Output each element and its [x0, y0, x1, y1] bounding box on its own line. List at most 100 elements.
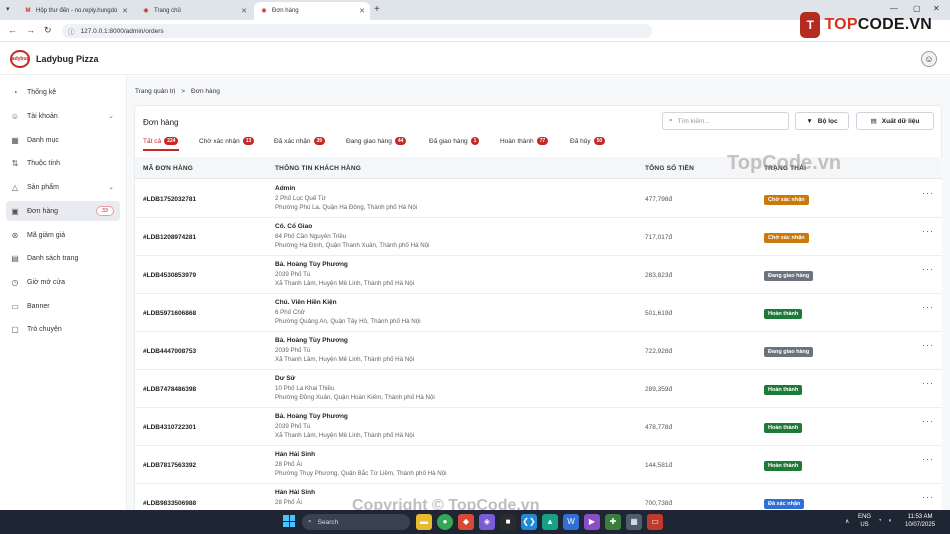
tray-chevron-icon[interactable]: ∧ — [845, 518, 849, 526]
url-field[interactable]: ⓘ 127.0.0.1:8000/admin/orders — [62, 24, 652, 38]
volume-icon[interactable]: ◖ — [888, 517, 892, 525]
brand-name[interactable]: Ladybug Pizza — [36, 54, 99, 64]
more-actions-icon[interactable]: ··· — [922, 378, 934, 388]
sidebar-item[interactable]: ▦ Danh mục — [6, 130, 120, 150]
customer-name: Cô. Cổ Giao — [275, 223, 313, 230]
customer-name: Bà. Hoàng Tùy Phương — [275, 413, 348, 420]
sidebar-item[interactable]: ▣ Đơn hàng 33 — [6, 201, 120, 221]
customer-address-line1: 6 Phố Chử — [275, 309, 305, 316]
table-row[interactable]: #LDB1752032781 Admin 2 Phố Lục Quế Từ Phườn… — [135, 180, 942, 218]
more-actions-icon[interactable]: ··· — [922, 188, 934, 198]
back-icon[interactable]: ← — [8, 25, 17, 35]
browser-tab-orders[interactable]: ◉ Đơn hàng ✕ — [254, 2, 370, 20]
table-row[interactable]: #LDB7478486398 Dư Sử 10 Phố La Khai Thiều P… — [135, 370, 942, 408]
more-actions-icon[interactable]: ··· — [922, 226, 934, 236]
browser-tab-home[interactable]: ◉ Trang chủ ✕ — [136, 2, 252, 20]
avatar[interactable]: ☺ — [921, 51, 937, 67]
clock[interactable]: 11:53 AM 10/07/2025 — [905, 513, 935, 529]
sidebar-item[interactable]: △ Sản phẩm ⌄ — [6, 177, 120, 197]
export-button[interactable]: ▤ Xuất dữ liệu — [856, 112, 934, 130]
breadcrumb: Trang quản trị > Đơn hàng — [135, 88, 220, 95]
sidebar-item[interactable]: ⊛ Mã giảm giá — [6, 225, 120, 245]
table-row[interactable]: #LDB7817563392 Hán Hải Sinh 28 Phố Ái Phườn… — [135, 446, 942, 484]
order-code: #LDB1752032781 — [143, 196, 197, 203]
table-row[interactable]: #LDB4530853979 Bà. Hoàng Tùy Phương 2039 P… — [135, 256, 942, 294]
order-total: 700,738đ — [645, 500, 673, 507]
table-row[interactable]: #LDB4447008753 Bà. Hoàng Tùy Phương 2039 P… — [135, 332, 942, 370]
more-actions-icon[interactable]: ··· — [922, 340, 934, 350]
sidebar-item[interactable]: ▢ Trò chuyện — [6, 319, 120, 339]
chrome-icon[interactable]: ● — [437, 514, 453, 530]
status-tab[interactable]: Đã xác nhận 39 — [274, 137, 326, 145]
new-tab-button[interactable]: + — [374, 4, 380, 15]
export-label: Xuất dữ liệu — [881, 117, 920, 125]
app-icon[interactable]: W — [563, 514, 579, 530]
sidebar-item[interactable]: ◔ Thống kê — [6, 82, 120, 102]
search-icon: ⌕ — [669, 117, 673, 124]
taskbar-search[interactable]: ⌕ Search — [302, 514, 410, 530]
order-total: 501,619đ — [645, 310, 673, 317]
sidebar-item[interactable]: ▭ Banner — [6, 296, 120, 316]
more-actions-icon[interactable]: ··· — [922, 264, 934, 274]
app-icon[interactable]: ▦ — [626, 514, 642, 530]
column-header-customer[interactable]: THÔNG TIN KHÁCH HÀNG — [275, 165, 361, 172]
brand-logo[interactable]: ladybug — [10, 50, 30, 68]
sidebar-item[interactable]: ⇅ Thuộc tính — [6, 153, 120, 173]
breadcrumb-root[interactable]: Trang quản trị — [135, 88, 175, 95]
table-row[interactable]: #LDB4310722301 Bà. Hoàng Tùy Phương 2039 P… — [135, 408, 942, 446]
more-actions-icon[interactable]: ··· — [922, 302, 934, 312]
chevron-down-icon[interactable]: ⌄ — [108, 183, 114, 191]
sidebar-item[interactable]: ☺ Tài khoản ⌄ — [6, 106, 120, 126]
status-tab[interactable]: Tất cả 224 — [143, 137, 179, 145]
column-header-status[interactable]: TRẠNG THÁI — [764, 165, 806, 172]
wifi-icon[interactable]: ◔ — [878, 517, 882, 525]
close-icon[interactable]: ✕ — [359, 7, 365, 15]
column-header-total[interactable]: TỔNG SỐ TIỀN — [645, 165, 694, 172]
tab-list-icon[interactable]: ▾ — [6, 5, 10, 13]
status-tab[interactable]: Chờ xác nhận 13 — [199, 137, 255, 145]
customer-address-line1: 28 Phố Ái — [275, 461, 302, 468]
app-icon[interactable]: ◈ — [479, 514, 495, 530]
count-badge: 33 — [95, 206, 114, 216]
status-tab[interactable]: Đã giao hàng 1 — [429, 137, 480, 145]
column-header-code[interactable]: MÃ ĐƠN HÀNG — [143, 165, 193, 172]
close-icon[interactable]: ✕ — [241, 7, 247, 15]
more-actions-icon[interactable]: ··· — [922, 416, 934, 426]
sidebar-item-label: Sản phẩm — [27, 183, 59, 191]
file-explorer-icon[interactable]: ▬ — [416, 514, 432, 530]
windows-start-icon[interactable] — [283, 515, 295, 527]
windows-taskbar — [0, 510, 950, 534]
language-indicator[interactable]: ENG US — [858, 513, 871, 529]
site-info-icon[interactable]: ⓘ — [68, 26, 75, 36]
close-icon[interactable]: ✕ — [122, 7, 128, 15]
table-row[interactable]: #LDB1208974281 Cô. Cổ Giao 84 Phố Cần Nguy… — [135, 218, 942, 256]
status-badge: Đã xác nhận — [764, 499, 805, 509]
more-actions-icon[interactable]: ··· — [922, 492, 934, 502]
status-tab[interactable]: Đang giao hàng 44 — [346, 137, 407, 145]
app-icon[interactable]: ▲ — [542, 514, 558, 530]
app-icon[interactable]: ◆ — [458, 514, 474, 530]
table-row[interactable]: #LDB5971606868 Chú. Viên Hiền Kiện 6 Phố C… — [135, 294, 942, 332]
search-input[interactable]: ⌕ Tìm kiếm... — [662, 112, 789, 130]
status-tab[interactable]: Hoàn thành 77 — [500, 137, 549, 145]
window-close-button[interactable]: ✕ — [933, 4, 940, 13]
app-icon[interactable]: ■ — [500, 514, 516, 530]
sidebar-item[interactable]: ▤ Danh sách trang — [6, 248, 120, 268]
app-icon[interactable]: ▭ — [647, 514, 663, 530]
vscode-icon[interactable]: ❮❯ — [521, 514, 537, 530]
status-tab-count: 13 — [242, 137, 255, 145]
forward-icon[interactable]: → — [26, 25, 35, 35]
visual-studio-icon[interactable]: ▶ — [584, 514, 600, 530]
image-icon: ▭ — [11, 301, 19, 311]
status-tab[interactable]: Đã hủy 50 — [570, 137, 606, 145]
filter-button[interactable]: ▼ Bộ lọc — [795, 112, 849, 130]
browser-tab-gmail[interactable]: M Hộp thư đến - no.reply.hungdo ✕ — [18, 2, 133, 20]
app-icon[interactable]: ✚ — [605, 514, 621, 530]
sidebar-item[interactable]: ◷ Giờ mở cửa — [6, 272, 120, 292]
reload-icon[interactable]: ↻ — [44, 25, 52, 36]
chevron-down-icon[interactable]: ⌄ — [108, 112, 114, 120]
more-actions-icon[interactable]: ··· — [922, 454, 934, 464]
topcode-logo: T TOPCODE.VN — [800, 10, 932, 40]
customer-name: Hán Hải Sinh — [275, 451, 316, 458]
status-tab-label: Hoàn thành — [500, 137, 534, 145]
